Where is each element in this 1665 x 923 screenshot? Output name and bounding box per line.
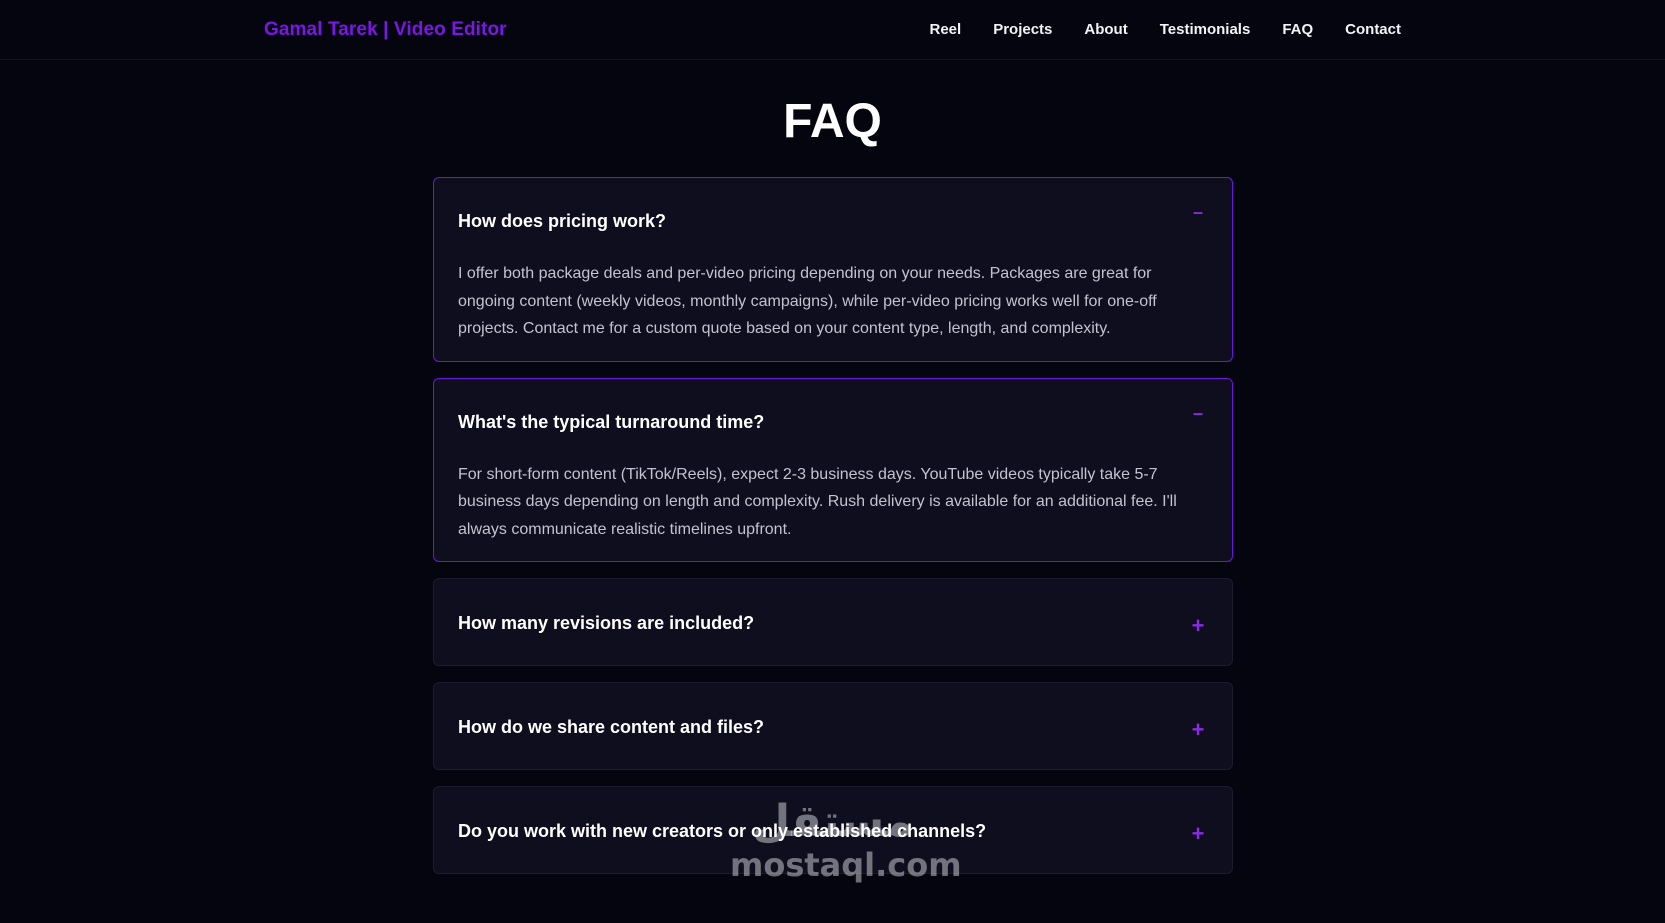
faq-question-button[interactable]: Do you work with new creators or only es… xyxy=(434,787,1232,873)
faq-question-text: Do you work with new creators or only es… xyxy=(458,821,987,841)
faq-question-button[interactable]: How does pricing work? – xyxy=(434,178,1232,265)
nav-link-testimonials[interactable]: Testimonials xyxy=(1160,21,1251,38)
nav-links: Reel Projects About Testimonials FAQ Con… xyxy=(898,21,1402,38)
collapse-icon[interactable]: – xyxy=(1188,202,1208,223)
faq-item: How many revisions are included? + xyxy=(433,578,1233,666)
faq-answer-text: For short-form content (TikTok/Reels), e… xyxy=(458,465,1177,538)
nav-link-reel[interactable]: Reel xyxy=(930,21,962,38)
expand-plus-icon[interactable]: + xyxy=(1188,717,1208,743)
faq-question-button[interactable]: What's the typical turnaround time? – xyxy=(434,379,1232,466)
nav-link-about[interactable]: About xyxy=(1084,21,1127,38)
faq-list: How does pricing work? – I offer both pa… xyxy=(433,177,1233,890)
faq-answer-text: I offer both package deals and per-video… xyxy=(458,265,1157,337)
faq-question-text: What's the typical turnaround time? xyxy=(458,411,765,432)
faq-question-text: How many revisions are included? xyxy=(458,613,755,633)
faq-item: What's the typical turnaround time? – Fo… xyxy=(433,377,1233,562)
brand-logo-link[interactable]: Gamal Tarek | Video Editor xyxy=(264,19,507,41)
nav-link-faq[interactable]: FAQ xyxy=(1282,21,1313,38)
faq-item: How do we share content and files? + xyxy=(433,682,1233,770)
faq-question-button[interactable]: How do we share content and files? + xyxy=(434,683,1232,769)
nav-link-projects[interactable]: Projects xyxy=(993,21,1052,38)
faq-question-text: How does pricing work? xyxy=(458,211,667,231)
expand-plus-icon[interactable]: + xyxy=(1188,821,1208,847)
expand-plus-icon[interactable]: + xyxy=(1188,613,1208,639)
page-title: FAQ xyxy=(783,95,882,148)
faq-item: Do you work with new creators or only es… xyxy=(433,786,1233,874)
faq-question-text: How do we share content and files? xyxy=(458,717,765,737)
top-navbar: Gamal Tarek | Video Editor Reel Projects… xyxy=(0,0,1665,60)
faq-item: How does pricing work? – I offer both pa… xyxy=(433,177,1233,362)
nav-link-contact[interactable]: Contact xyxy=(1345,21,1401,38)
faq-question-button[interactable]: How many revisions are included? + xyxy=(434,579,1232,665)
collapse-icon[interactable]: – xyxy=(1188,403,1208,424)
